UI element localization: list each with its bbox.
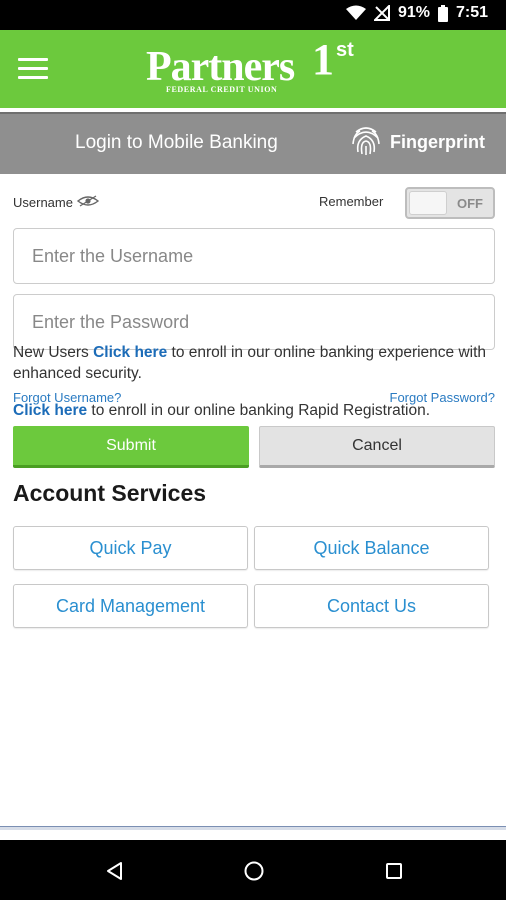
logo-brand: Partners xyxy=(146,44,295,90)
remember-label: Remember xyxy=(319,194,384,209)
divider xyxy=(0,826,506,830)
partners-logo: Partners FEDERAL CREDIT UNION 1 st xyxy=(146,38,366,100)
battery-percent: 91% xyxy=(397,4,430,21)
quick-pay-button[interactable]: Quick Pay xyxy=(13,526,248,570)
page-title: Login to Mobile Banking xyxy=(75,132,278,153)
fingerprint-label: Fingerprint xyxy=(390,131,485,152)
cancel-button[interactable]: Cancel xyxy=(259,426,495,468)
account-services-title: Account Services xyxy=(13,480,207,506)
rapid-registration-text: Click here to enroll in our online banki… xyxy=(13,400,499,421)
system-nav-bar xyxy=(0,840,506,900)
app-header: Partners FEDERAL CREDIT UNION 1 st xyxy=(0,30,506,108)
submit-button[interactable]: Submit xyxy=(13,426,249,468)
rapid-registration-link[interactable]: Click here xyxy=(13,402,87,419)
no-signal-icon xyxy=(373,5,390,21)
fingerprint-icon xyxy=(348,122,384,163)
eye-icon[interactable] xyxy=(76,195,100,210)
new-users-prefix: New Users xyxy=(13,344,89,361)
screen: 91% 7:51 Partners FEDERAL CREDIT UNION 1… xyxy=(0,0,506,900)
hamburger-menu-icon[interactable] xyxy=(18,56,50,82)
logo-subtitle: FEDERAL CREDIT UNION xyxy=(166,85,278,94)
enroll-link[interactable]: Click here xyxy=(93,344,167,361)
contact-us-button[interactable]: Contact Us xyxy=(254,584,489,628)
new-users-text: New Users Click here to enroll in our on… xyxy=(13,342,499,384)
status-icons: 91% 7:51 xyxy=(345,4,488,22)
battery-icon xyxy=(437,4,448,22)
username-input[interactable] xyxy=(13,228,495,284)
username-label: Username xyxy=(13,195,73,210)
wifi-icon xyxy=(345,5,366,21)
quick-balance-button[interactable]: Quick Balance xyxy=(254,526,489,570)
username-label-row: Username xyxy=(13,195,100,210)
home-icon[interactable] xyxy=(241,858,267,884)
remember-toggle[interactable]: OFF xyxy=(405,187,495,219)
back-icon[interactable] xyxy=(101,858,127,884)
logo-numeral: 1 xyxy=(312,35,334,84)
rapid-registration-suffix: to enroll in our online banking Rapid Re… xyxy=(91,402,431,419)
card-management-button[interactable]: Card Management xyxy=(13,584,248,628)
toggle-knob xyxy=(409,191,447,215)
status-bar: 91% 7:51 xyxy=(0,0,506,30)
fingerprint-button[interactable]: Fingerprint xyxy=(348,122,485,162)
toggle-state: OFF xyxy=(457,196,483,211)
logo-ordinal: st xyxy=(336,39,354,61)
clock: 7:51 xyxy=(455,4,488,21)
recent-apps-icon[interactable] xyxy=(381,858,407,884)
login-subheader: Login to Mobile Banking Fingerprint xyxy=(0,112,506,174)
